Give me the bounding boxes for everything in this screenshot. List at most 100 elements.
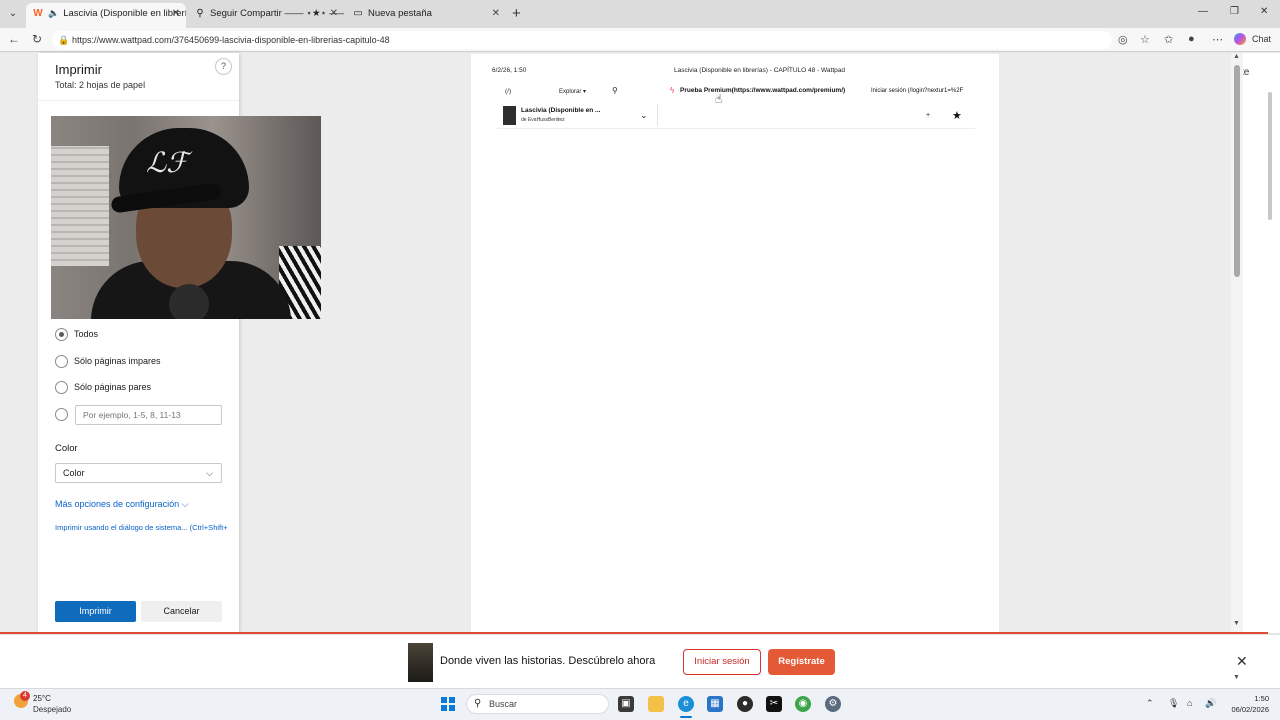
preview-header: Lascivia (Disponible en librerías) - CAP… bbox=[674, 67, 845, 74]
taskbar-date[interactable]: 06/02/2026 bbox=[1219, 705, 1269, 714]
chrome-icon[interactable]: ◉ bbox=[795, 696, 811, 712]
copilot-icon[interactable] bbox=[1234, 33, 1246, 45]
capcut-icon[interactable]: ✂ bbox=[766, 696, 782, 712]
taskbar bbox=[0, 688, 1280, 720]
radio-button[interactable] bbox=[55, 408, 68, 421]
hand-cursor-icon: ☝ bbox=[715, 92, 723, 106]
print-title: Imprimir bbox=[55, 62, 102, 77]
address-bar: ← ↻ 🔒 https://www.wattpad.com/376450699-… bbox=[0, 28, 1280, 52]
preview-story-cover bbox=[503, 106, 516, 125]
url-text: https://www.wattpad.com/376450699-lasciv… bbox=[72, 35, 390, 45]
tray-chevron-icon[interactable]: ⌃ bbox=[1146, 698, 1154, 709]
print-header bbox=[38, 53, 239, 101]
help-icon[interactable]: ? bbox=[215, 58, 232, 75]
caret-down-icon: ▾ bbox=[583, 89, 587, 95]
search-icon: ⚲ bbox=[196, 8, 204, 19]
preview-plus: + bbox=[926, 112, 931, 119]
profile-icon[interactable]: ● bbox=[1188, 33, 1195, 45]
edge-browser-icon[interactable]: e bbox=[678, 696, 694, 712]
tab-label: Seguir Compartir —— ⋆★⋆ —— $ bbox=[210, 8, 344, 19]
print-preview-page bbox=[471, 54, 999, 634]
tab-search[interactable]: ⚲ Seguir Compartir —— ⋆★⋆ —— $ ✕ bbox=[188, 3, 344, 28]
task-view-icon[interactable]: ▣ bbox=[618, 696, 634, 712]
radio-button[interactable] bbox=[55, 355, 68, 368]
microphone-icon[interactable]: 🎙 bbox=[1168, 698, 1179, 709]
webcam-window-blinds bbox=[51, 146, 109, 266]
webcam-cap-logo: ℒℱ bbox=[146, 146, 189, 179]
favorite-star-icon[interactable]: ☆ bbox=[1140, 33, 1150, 46]
lock-icon: 🔒 bbox=[58, 35, 70, 45]
url-field[interactable]: 🔒 https://www.wattpad.com/376450699-lasc… bbox=[52, 31, 1112, 49]
radio-button[interactable] bbox=[55, 328, 68, 341]
favorites-icon[interactable]: ✩ bbox=[1164, 33, 1173, 46]
windows-start-icon[interactable] bbox=[441, 697, 455, 711]
scrollbar-thumb[interactable] bbox=[1234, 65, 1240, 277]
color-select-value: Color bbox=[63, 468, 85, 478]
page-icon: ▭ bbox=[353, 8, 363, 19]
banner-register-button[interactable]: Regístrate bbox=[768, 649, 835, 675]
more-settings-label: Más opciones de configuración bbox=[55, 499, 180, 509]
preview-scrollbar[interactable]: ▲ ▼ bbox=[1231, 53, 1243, 633]
print-sheet-count: Total: 2 hojas de papel bbox=[55, 80, 146, 90]
tab-label: Nueva pestaña bbox=[368, 8, 432, 19]
star-icon: ★ bbox=[952, 110, 962, 122]
active-app-indicator bbox=[680, 716, 692, 718]
more-icon[interactable]: ⋯ bbox=[1212, 33, 1223, 46]
banner-text: Donde viven las historias. Descúbrelo ah… bbox=[440, 655, 656, 667]
search-icon: ⚲ bbox=[612, 86, 618, 95]
lightning-icon: ϟ bbox=[670, 86, 675, 95]
preview-author: de EvaHussBenitez bbox=[521, 117, 565, 123]
restore-icon[interactable]: ❐ bbox=[1230, 6, 1239, 17]
banner-login-button[interactable]: Iniciar sesión bbox=[683, 649, 761, 675]
page-scrollbar-thumb[interactable] bbox=[1268, 92, 1272, 220]
weather-condition[interactable]: Despejado bbox=[33, 705, 71, 714]
back-icon[interactable]: ← bbox=[8, 32, 20, 46]
radio-button[interactable] bbox=[55, 381, 68, 394]
close-window-icon[interactable]: ✕ bbox=[1260, 6, 1268, 17]
webcam-microphone bbox=[169, 284, 209, 319]
scroll-down-icon[interactable]: ▼ bbox=[1233, 674, 1240, 681]
file-explorer-icon[interactable] bbox=[648, 696, 664, 712]
color-select[interactable]: Color ⌵ bbox=[55, 463, 222, 483]
weather-temperature[interactable]: 25°C bbox=[33, 694, 51, 703]
settings-icon[interactable]: ⚙ bbox=[825, 696, 841, 712]
preview-rule bbox=[497, 128, 975, 129]
tab-new[interactable]: ▭ Nueva pestaña ✕ bbox=[346, 3, 506, 28]
preview-date: 6/2/26, 1:50 bbox=[492, 67, 527, 74]
close-tab-icon[interactable]: ✕ bbox=[172, 3, 180, 24]
new-tab-icon[interactable]: + bbox=[512, 5, 521, 22]
tab-actions-menu-icon[interactable]: ⌄ bbox=[6, 7, 20, 21]
tab-label: Lascivia (Disponible en librería bbox=[63, 8, 186, 19]
reader-icon[interactable]: ◎ bbox=[1118, 33, 1128, 46]
volume-icon[interactable]: 🔊 bbox=[1205, 698, 1216, 709]
tab-wattpad-story[interactable]: W 🔈 Lascivia (Disponible en librería ✕ bbox=[26, 3, 186, 28]
preview-divider bbox=[657, 104, 658, 126]
taskbar-clock[interactable]: 1:50 bbox=[1229, 694, 1269, 703]
preview-home-link: (/) bbox=[505, 88, 512, 95]
store-icon[interactable]: ▦ bbox=[707, 696, 723, 712]
taskbar-search-placeholder: Buscar bbox=[489, 699, 518, 709]
taskbar-search[interactable]: ⚲ Buscar bbox=[466, 694, 609, 714]
wattpad-icon: W bbox=[33, 8, 43, 19]
system-dialog-link[interactable]: Imprimir usando el diálogo de sistema...… bbox=[55, 523, 228, 532]
close-tab-icon[interactable]: ✕ bbox=[330, 3, 338, 24]
print-button[interactable]: Imprimir bbox=[55, 601, 136, 622]
scroll-down-icon[interactable]: ▼ bbox=[1233, 620, 1240, 627]
scroll-up-icon[interactable]: ▲ bbox=[1233, 53, 1240, 60]
radio-label: Sólo páginas pares bbox=[74, 382, 152, 392]
more-settings-link[interactable]: Más opciones de configuración ⌵ bbox=[55, 499, 188, 510]
close-icon[interactable]: ✕ bbox=[1236, 653, 1248, 670]
network-icon[interactable]: ⌂ bbox=[1187, 698, 1192, 708]
minimize-icon[interactable]: — bbox=[1198, 6, 1208, 17]
chat-button[interactable]: Chat bbox=[1252, 34, 1271, 44]
reload-icon[interactable]: ↻ bbox=[32, 32, 42, 46]
page-range-input[interactable] bbox=[75, 405, 222, 425]
weather-badge: 4 bbox=[20, 691, 30, 701]
close-tab-icon[interactable]: ✕ bbox=[492, 3, 500, 24]
search-icon: ⚲ bbox=[474, 698, 482, 709]
chevron-down-icon: ⌵ bbox=[206, 468, 213, 478]
obs-icon[interactable]: ● bbox=[737, 696, 753, 712]
cancel-button[interactable]: Cancelar bbox=[141, 601, 222, 622]
speaker-icon[interactable]: 🔈 bbox=[48, 3, 59, 24]
color-label: Color bbox=[55, 443, 78, 454]
